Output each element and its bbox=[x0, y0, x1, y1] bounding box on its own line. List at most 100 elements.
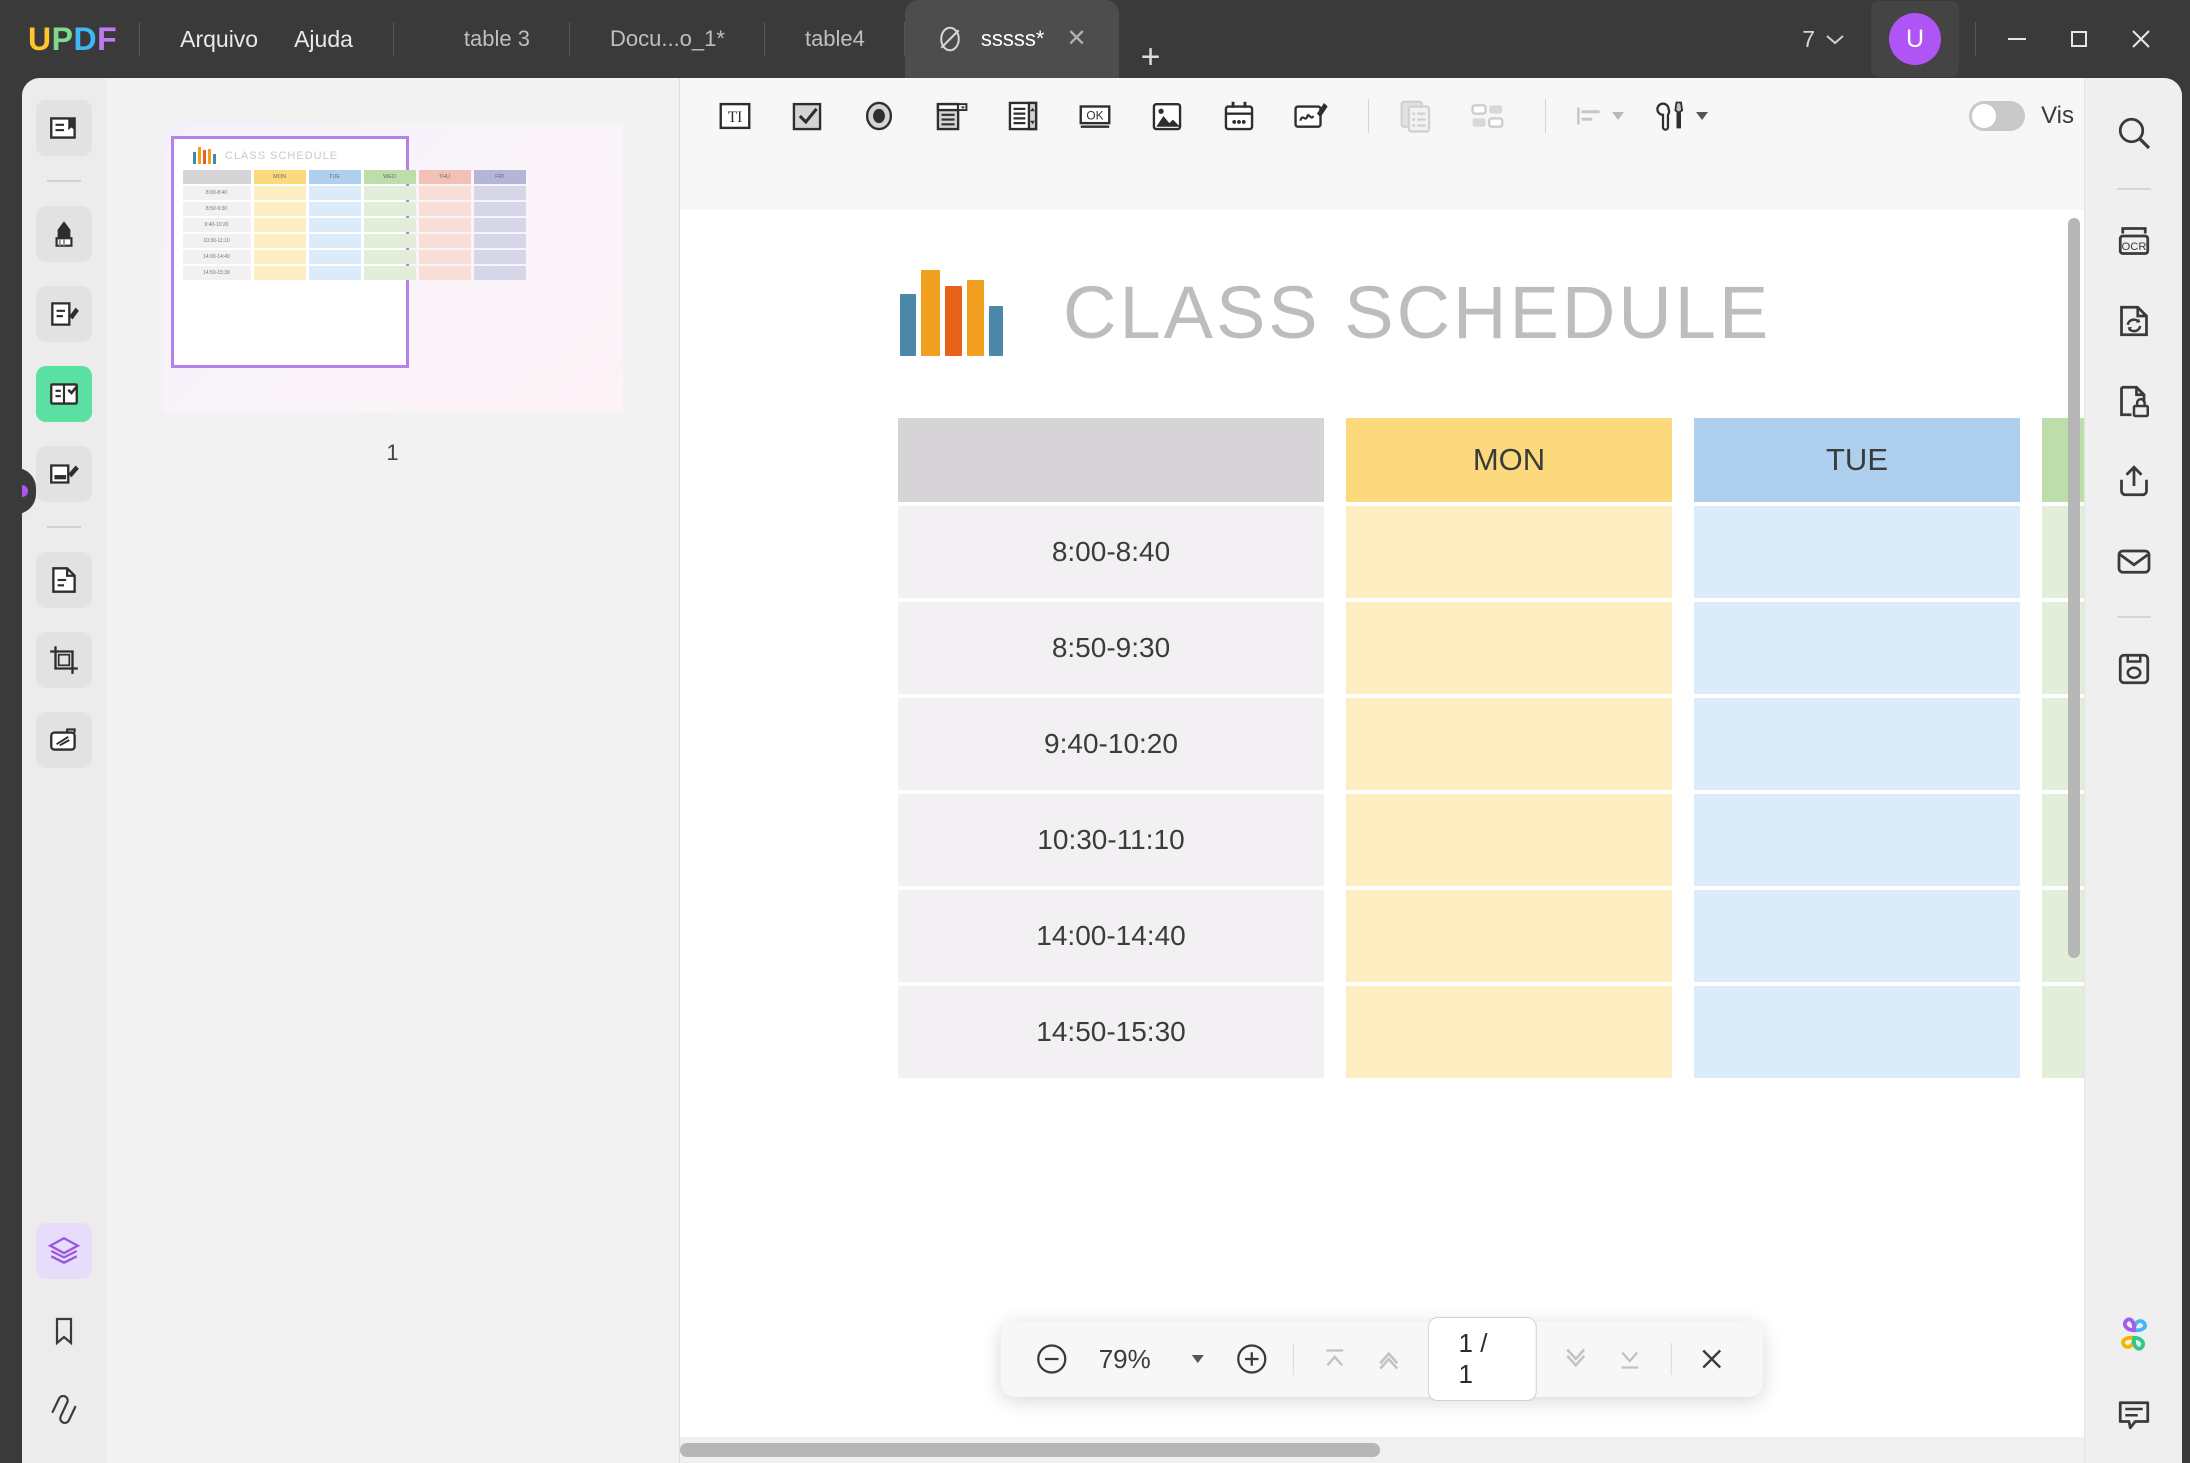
new-tab-button[interactable]: + bbox=[1119, 36, 1183, 78]
schedule-cell[interactable] bbox=[1694, 986, 2020, 1078]
main-shell: CLASS SCHEDULE 8:00-8:408:50-9:309:40-10… bbox=[22, 78, 2182, 1463]
schedule-cell[interactable] bbox=[1346, 794, 1672, 886]
radio-button-tool[interactable] bbox=[848, 88, 910, 144]
list-box-tool[interactable] bbox=[992, 88, 1054, 144]
schedule-time-cell: 8:00-8:40 bbox=[898, 506, 1324, 598]
form-tools-button[interactable] bbox=[1644, 88, 1718, 144]
horizontal-scrollbar[interactable] bbox=[680, 1437, 2084, 1463]
schedule-cell[interactable] bbox=[1694, 794, 2020, 886]
paperclip-icon bbox=[48, 1395, 80, 1427]
thumbnail-cell bbox=[419, 266, 471, 280]
signature-field-tool[interactable] bbox=[1280, 88, 1342, 144]
sidebar-item-fill-sign[interactable] bbox=[36, 446, 92, 502]
account-button[interactable]: U bbox=[1871, 1, 1959, 77]
text-field-tool[interactable]: TI bbox=[704, 88, 766, 144]
tab-close-icon[interactable]: ✕ bbox=[1060, 27, 1092, 51]
last-page-button[interactable] bbox=[1604, 1332, 1654, 1386]
sidebar-item-compress[interactable] bbox=[36, 712, 92, 768]
comment-bubble-icon bbox=[2114, 1394, 2154, 1434]
tab-count-dropdown[interactable]: 7 bbox=[1790, 18, 1857, 61]
close-zoombar-button[interactable] bbox=[1687, 1332, 1737, 1386]
tab-table4[interactable]: table4 bbox=[765, 0, 905, 78]
panel-drag-handle[interactable] bbox=[22, 468, 36, 514]
search-button[interactable] bbox=[2103, 102, 2165, 164]
schedule-cell[interactable] bbox=[1346, 698, 1672, 790]
schedule-cell[interactable] bbox=[1346, 890, 1672, 982]
sidebar-item-bookmarks[interactable] bbox=[36, 1303, 92, 1359]
ai-clover-icon bbox=[2111, 1311, 2157, 1357]
align-button[interactable] bbox=[1562, 88, 1634, 144]
tab-table-3[interactable]: table 3 bbox=[424, 0, 570, 78]
chevron-down-icon bbox=[1825, 33, 1845, 46]
zoom-out-button[interactable] bbox=[1027, 1332, 1077, 1386]
sidebar-item-attachments[interactable] bbox=[36, 1383, 92, 1439]
next-page-button[interactable] bbox=[1550, 1332, 1600, 1386]
convert-button[interactable] bbox=[2103, 290, 2165, 352]
pdf-page[interactable]: CLASS SCHEDULE 8:00-8:408:50-9:309:40-10… bbox=[680, 210, 2084, 1463]
updf-logo[interactable]: U P D F bbox=[28, 21, 117, 58]
menu-ajuda[interactable]: Ajuda bbox=[276, 18, 371, 61]
close-button[interactable] bbox=[2110, 13, 2172, 65]
minimize-icon bbox=[2004, 26, 2030, 52]
svg-text:OCR: OCR bbox=[2121, 241, 2146, 253]
maximize-button[interactable] bbox=[2048, 13, 2110, 65]
share-button[interactable] bbox=[2103, 450, 2165, 512]
comments-button[interactable] bbox=[2103, 1383, 2165, 1445]
minimize-button[interactable] bbox=[1986, 13, 2048, 65]
divider bbox=[393, 22, 394, 56]
sidebar-item-edit-pdf[interactable] bbox=[36, 286, 92, 342]
grid-layout-icon bbox=[1469, 97, 1507, 135]
duplicate-fields-button[interactable] bbox=[1385, 88, 1447, 144]
wrench-screwdriver-icon bbox=[1654, 98, 1690, 134]
schedule-cell[interactable] bbox=[1694, 698, 2020, 790]
date-field-tool[interactable] bbox=[1208, 88, 1270, 144]
save-button[interactable] bbox=[2103, 638, 2165, 700]
visibility-toggle[interactable] bbox=[1969, 101, 2025, 131]
schedule-cell[interactable] bbox=[1346, 602, 1672, 694]
thumbnail-page-number: 1 bbox=[386, 440, 398, 466]
page-indicator[interactable]: 1 / 1 bbox=[1428, 1317, 1537, 1401]
sidebar-item-form[interactable] bbox=[36, 366, 92, 422]
zoom-in-button[interactable] bbox=[1227, 1332, 1277, 1386]
sidebar-item-organize-pages[interactable] bbox=[36, 552, 92, 608]
first-page-button[interactable] bbox=[1310, 1332, 1360, 1386]
page-title: CLASS SCHEDULE bbox=[1063, 270, 1771, 355]
zoom-dropdown-button[interactable] bbox=[1173, 1332, 1223, 1386]
tab-sssss[interactable]: sssss* ✕ bbox=[905, 0, 1119, 78]
sidebar-item-reader[interactable] bbox=[36, 100, 92, 156]
thumbnail-cell bbox=[419, 250, 471, 264]
schedule-cell[interactable] bbox=[1694, 602, 2020, 694]
schedule-day-column-mon: MON bbox=[1346, 418, 1672, 1078]
schedule-time-cell: 14:00-14:40 bbox=[898, 890, 1324, 982]
books-icon bbox=[900, 268, 1003, 356]
logo-letter-d: D bbox=[73, 21, 97, 58]
rail-divider bbox=[47, 180, 81, 182]
toolbar-divider bbox=[1368, 99, 1369, 133]
previous-page-button[interactable] bbox=[1364, 1332, 1414, 1386]
sidebar-item-annotate[interactable] bbox=[36, 206, 92, 262]
schedule-cell[interactable] bbox=[1694, 890, 2020, 982]
schedule-cell[interactable] bbox=[1346, 506, 1672, 598]
protect-button[interactable] bbox=[2103, 370, 2165, 432]
page-thumbnail[interactable]: CLASS SCHEDULE 8:00-8:408:50-9:309:40-10… bbox=[163, 124, 623, 412]
checkbox-tool[interactable] bbox=[776, 88, 838, 144]
main-content: TI bbox=[680, 78, 2084, 1463]
tab-label: Docu...o_1* bbox=[610, 26, 725, 52]
tab-documento-1[interactable]: Docu...o_1* bbox=[570, 0, 765, 78]
sidebar-item-crop[interactable] bbox=[36, 632, 92, 688]
menu-arquivo[interactable]: Arquivo bbox=[162, 18, 276, 61]
tab-order-button[interactable] bbox=[1457, 88, 1519, 144]
schedule-cell[interactable] bbox=[1694, 506, 2020, 598]
ocr-button[interactable]: OCR bbox=[2103, 210, 2165, 272]
email-button[interactable] bbox=[2103, 530, 2165, 592]
schedule-cell[interactable] bbox=[1346, 986, 1672, 1078]
push-button-tool[interactable]: OK bbox=[1064, 88, 1126, 144]
vertical-scrollbar[interactable] bbox=[2068, 218, 2080, 1228]
combo-box-tool[interactable] bbox=[920, 88, 982, 144]
thumbnail-cell bbox=[474, 186, 526, 200]
ai-assistant-button[interactable] bbox=[2103, 1303, 2165, 1365]
image-field-tool[interactable] bbox=[1136, 88, 1198, 144]
svg-text:TI: TI bbox=[728, 109, 743, 126]
zoom-level-value[interactable]: 79% bbox=[1081, 1344, 1169, 1375]
sidebar-item-layers[interactable] bbox=[36, 1223, 92, 1279]
